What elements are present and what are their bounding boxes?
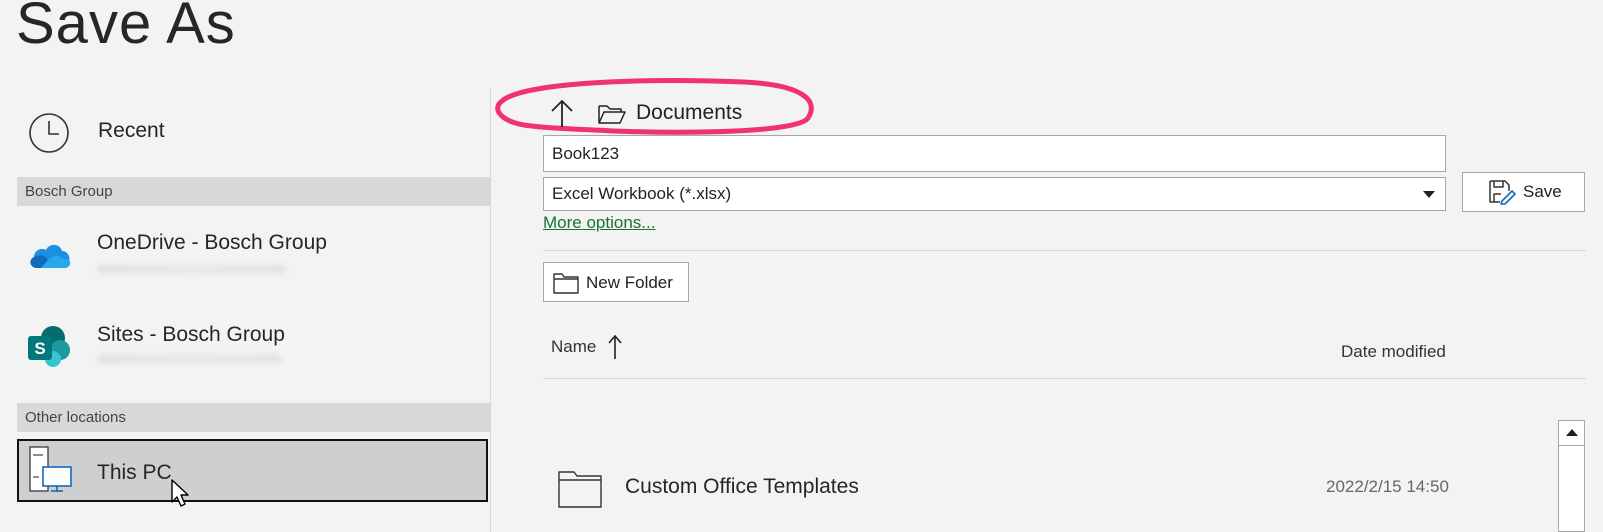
scroll-up-button[interactable]: [1559, 421, 1584, 446]
onedrive-cloud-icon: [30, 244, 71, 268]
panel-divider: [490, 88, 491, 532]
save-button[interactable]: Save: [1462, 172, 1585, 212]
open-folder-icon: [598, 105, 626, 124]
new-folder-icon: [553, 273, 579, 294]
current-folder-label[interactable]: Documents: [636, 101, 742, 125]
folder-icon: [558, 471, 602, 508]
sidebar-item-onedrive[interactable]: OneDrive - Bosch Group: [17, 222, 487, 292]
sort-ascending-arrow-icon: [608, 334, 622, 359]
save-button-label: Save: [1523, 182, 1562, 201]
up-one-level-button[interactable]: [548, 97, 576, 129]
column-header-name[interactable]: Name: [551, 334, 622, 369]
divider: [543, 250, 1586, 251]
arrow-up-icon: [551, 99, 573, 127]
sidebar-item-sites[interactable]: S Sites - Bosch Group: [17, 314, 487, 384]
save-icon: [1489, 180, 1516, 205]
more-options-link[interactable]: More options...: [543, 213, 655, 233]
file-list-row[interactable]: Custom Office Templates 2022/2/15 14:50: [543, 462, 1553, 512]
sidebar-item-label: Recent: [98, 119, 165, 142]
file-date-modified: 2022/2/15 14:50: [1326, 477, 1449, 496]
chevron-down-icon: [1423, 191, 1435, 198]
svg-text:S: S: [34, 339, 45, 358]
divider: [543, 378, 1586, 379]
file-name: Custom Office Templates: [625, 475, 859, 498]
column-header-date[interactable]: Date modified: [1341, 342, 1446, 362]
clock-icon: [29, 113, 69, 153]
account-email-redacted: [97, 354, 282, 364]
sidebar-item-this-pc[interactable]: This PC: [17, 439, 488, 507]
new-folder-button[interactable]: New Folder: [543, 262, 689, 302]
sidebar-item-recent[interactable]: Recent: [28, 112, 488, 154]
this-pc-icon: [29, 446, 72, 492]
sidebar-item-label: OneDrive - Bosch Group: [97, 231, 327, 254]
chevron-up-icon: [1566, 429, 1578, 436]
section-header-bosch-group: Bosch Group: [17, 177, 490, 206]
sharepoint-icon: S: [28, 326, 70, 367]
mouse-cursor-icon: [171, 479, 189, 507]
sidebar-item-label: This PC: [97, 461, 172, 484]
column-header-name-label: Name: [551, 337, 597, 356]
file-list-scrollbar[interactable]: [1558, 420, 1585, 532]
new-folder-label: New Folder: [586, 273, 673, 292]
sidebar-item-label: Sites - Bosch Group: [97, 323, 285, 346]
account-email-redacted: [97, 264, 287, 274]
filetype-value: Excel Workbook (*.xlsx): [552, 184, 732, 203]
page-title: Save As: [16, 0, 236, 56]
filetype-select[interactable]: Excel Workbook (*.xlsx): [543, 177, 1446, 211]
filename-input[interactable]: [543, 135, 1446, 172]
section-header-other-locations: Other locations: [17, 403, 490, 432]
